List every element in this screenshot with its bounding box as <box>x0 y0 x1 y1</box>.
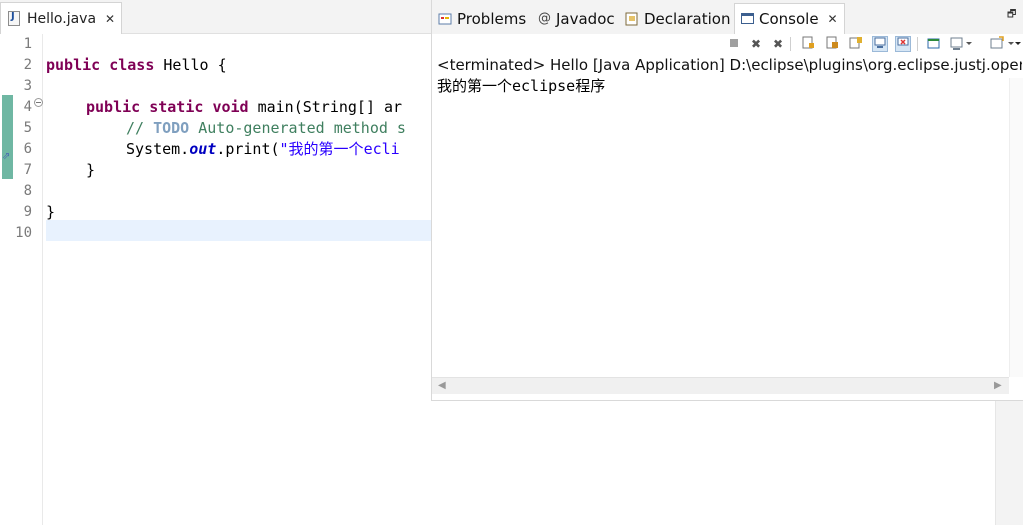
tab-javadoc[interactable]: @ Javadoc <box>538 3 615 34</box>
toolbar-separator <box>917 37 918 51</box>
keyword: class <box>109 56 155 74</box>
console-output-text[interactable]: 我的第一个eclipse程序 <box>437 76 605 97</box>
line-number: 2 <box>23 57 32 73</box>
scroll-lock-icon[interactable] <box>800 36 816 52</box>
show-console-on-stdout-icon[interactable] <box>848 36 864 52</box>
show-console-on-stderr-icon[interactable] <box>872 36 888 52</box>
line-number: 8 <box>23 183 32 199</box>
toolbar-separator <box>790 37 791 51</box>
keyword: void <box>212 98 249 116</box>
string-literal: "我的第一个ecli <box>279 140 400 158</box>
code-line-2: public class Hello { <box>46 55 227 76</box>
console-toolbar: ✖ ✖ <box>432 34 1023 54</box>
editor-tab-hello-java[interactable]: Hello.java ✕ <box>0 2 122 34</box>
comment: // <box>126 119 154 137</box>
todo-tag: TODO <box>153 119 190 137</box>
problems-icon <box>438 13 452 24</box>
code-line-9: } <box>46 203 56 221</box>
overview-ruler[interactable] <box>995 400 1023 525</box>
line-number: 3 <box>23 78 32 94</box>
tab-label: Console <box>759 10 819 28</box>
line-number: 4 <box>23 99 32 115</box>
keyword: public <box>86 98 141 116</box>
line-number: 5 <box>23 120 32 136</box>
line-number: 9 <box>23 204 32 220</box>
terminate-icon[interactable] <box>726 36 742 52</box>
line-number: 7 <box>23 162 32 178</box>
static-field: out <box>189 140 217 158</box>
line-number-ruler: 1 2 3 4 5 6 7 8 9 10 <box>15 34 43 525</box>
code-line-5: // TODO Auto-generated method s <box>126 118 406 139</box>
tab-console[interactable]: Console ✕ <box>734 3 845 34</box>
tab-declaration[interactable]: Declaration <box>625 3 730 34</box>
console-view: Problems @ Javadoc Declaration Console ✕… <box>431 0 1023 401</box>
remove-all-terminated-icon[interactable]: ✖ <box>770 36 786 52</box>
code-line-6: System.out.print("我的第一个ecli <box>126 139 400 160</box>
keyword: public <box>46 56 101 74</box>
tab-label: Javadoc <box>556 9 615 28</box>
code-line-7: } <box>86 161 96 179</box>
close-icon[interactable]: ✕ <box>828 12 838 26</box>
word-wrap-icon[interactable] <box>824 36 840 52</box>
code-line-4: public static void main(String[] ar <box>86 97 402 118</box>
code-text: main(String[] ar <box>248 98 403 116</box>
line-number: 10 <box>15 225 32 241</box>
close-icon[interactable]: ✕ <box>105 12 115 26</box>
view-tab-bar: Problems @ Javadoc Declaration Console ✕… <box>432 0 1023 34</box>
keyword: static <box>149 98 204 116</box>
fold-collapse-icon[interactable] <box>34 98 43 107</box>
declaration-icon <box>625 12 638 25</box>
change-ruler: ⇗ <box>0 34 15 525</box>
java-file-icon <box>8 11 20 26</box>
console-icon <box>741 13 754 24</box>
tab-label: Problems <box>457 9 527 28</box>
pin-console-icon[interactable] <box>895 36 911 52</box>
tab-label: Declaration <box>644 9 731 28</box>
scroll-right-icon[interactable]: ▶ <box>994 380 1002 391</box>
comment: Auto-generated method s <box>189 119 406 137</box>
vertical-scrollbar[interactable] <box>1009 78 1023 377</box>
maximize-icon[interactable]: 🗗 <box>1007 7 1016 24</box>
horizontal-scrollbar[interactable]: ◀ ▶ <box>432 377 1009 394</box>
code-text: Hello { <box>154 56 227 74</box>
code-text: System. <box>126 140 190 158</box>
change-marker <box>2 95 13 179</box>
line-number: 1 <box>23 36 32 52</box>
display-selected-console-icon[interactable] <box>926 36 942 52</box>
line-number: 6 <box>23 141 32 157</box>
code-area[interactable]: public class Hello { public static void … <box>46 34 431 525</box>
tab-problems[interactable]: Problems <box>438 3 526 34</box>
scroll-left-icon[interactable]: ◀ <box>438 380 446 391</box>
remove-launch-icon[interactable]: ✖ <box>748 36 764 52</box>
open-console-icon[interactable] <box>950 36 976 52</box>
override-marker-icon: ⇗ <box>2 151 11 162</box>
javadoc-icon: @ <box>538 11 551 26</box>
console-status-line: <terminated> Hello [Java Application] D:… <box>437 56 1022 74</box>
code-text: .print( <box>216 140 280 158</box>
new-console-view-icon[interactable] <box>990 36 1023 52</box>
editor-tab-label: Hello.java <box>27 10 97 27</box>
